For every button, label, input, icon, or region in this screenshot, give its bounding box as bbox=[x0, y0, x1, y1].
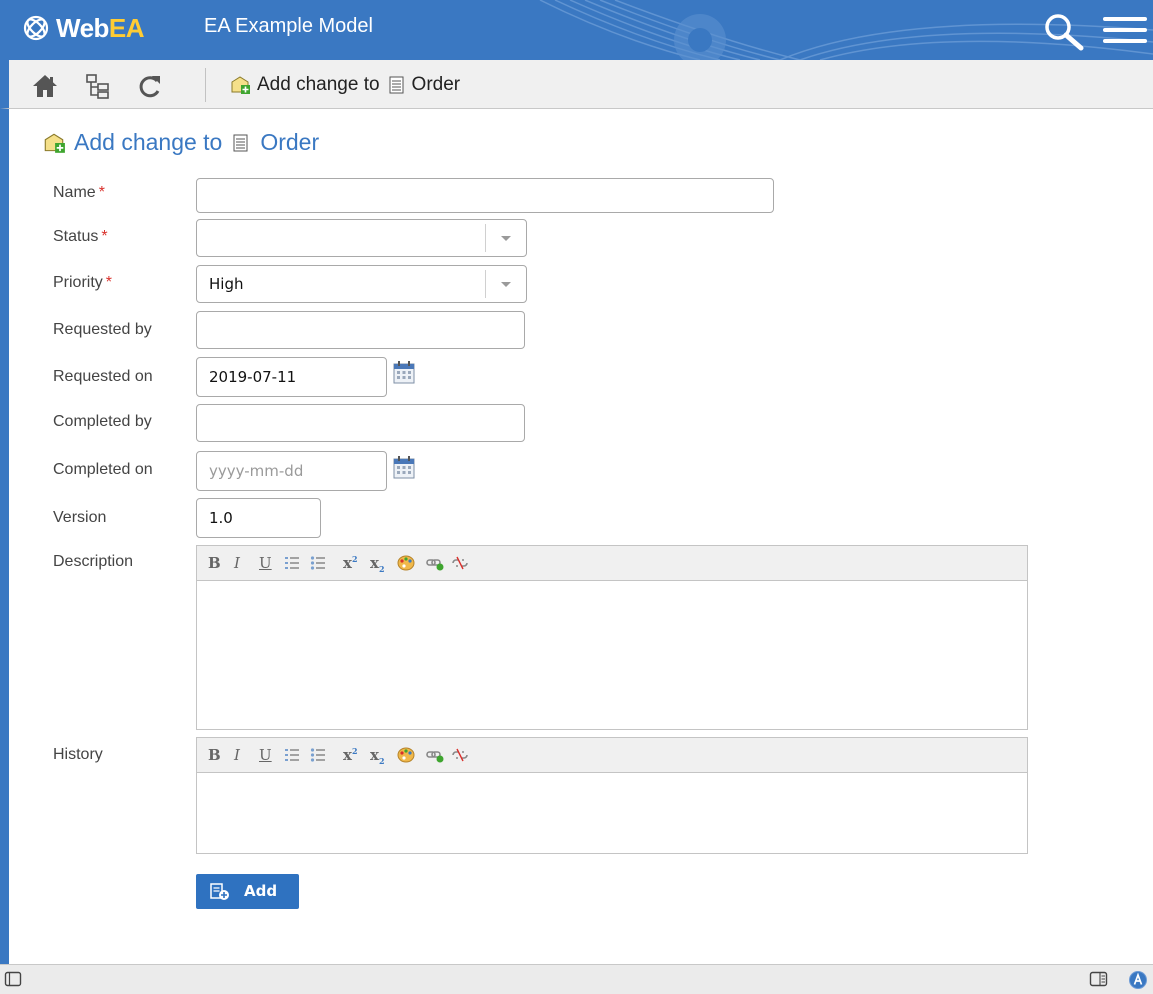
status-label: Status * bbox=[53, 228, 108, 245]
logo-text: WebEA bbox=[56, 12, 145, 44]
add-icon bbox=[210, 883, 229, 900]
breadcrumb: Add change to Order bbox=[229, 74, 460, 96]
app-header: WebEA EA Example Model bbox=[0, 0, 1153, 60]
bold-button[interactable]: B bbox=[208, 746, 221, 764]
color-palette-icon[interactable] bbox=[397, 555, 415, 571]
breadcrumb-action: Add change to bbox=[257, 74, 380, 95]
subscript-button[interactable]: x2 bbox=[370, 554, 385, 574]
logo-suffix: EA bbox=[108, 12, 145, 43]
insert-link-icon[interactable] bbox=[426, 747, 444, 763]
chevron-down-icon[interactable] bbox=[485, 270, 526, 298]
status-bar bbox=[0, 964, 1153, 994]
webea-logo[interactable]: WebEA bbox=[22, 12, 145, 44]
remove-link-icon[interactable] bbox=[451, 747, 469, 763]
version-label: Version bbox=[53, 509, 107, 526]
page-title: Add change to Order bbox=[42, 129, 319, 156]
underline-button[interactable]: U bbox=[259, 554, 272, 572]
bold-button[interactable]: B bbox=[208, 554, 221, 572]
description-label: Description bbox=[53, 553, 134, 570]
italic-button[interactable]: I bbox=[234, 554, 240, 572]
subscript-button[interactable]: x2 bbox=[370, 746, 385, 766]
model-title: EA Example Model bbox=[204, 15, 373, 37]
tree-icon[interactable] bbox=[84, 72, 112, 100]
hamburger-menu-icon[interactable] bbox=[1103, 17, 1147, 47]
add-button[interactable]: Add bbox=[196, 874, 299, 909]
user-account-icon[interactable] bbox=[1128, 970, 1148, 990]
superscript-button[interactable]: x2 bbox=[343, 746, 358, 764]
search-icon[interactable] bbox=[1041, 10, 1085, 54]
bullet-list-icon[interactable] bbox=[310, 555, 326, 571]
breadcrumb-target[interactable]: Order bbox=[412, 74, 461, 96]
priority-label: Priority * bbox=[53, 274, 113, 291]
history-editor-toolbar: B I U x2 x2 bbox=[197, 738, 1027, 773]
class-element-icon bbox=[233, 134, 248, 151]
underline-button[interactable]: U bbox=[259, 746, 272, 764]
toolbar: Add change to Order bbox=[0, 60, 1153, 109]
toolbar-separator bbox=[205, 68, 206, 102]
completed-on-input[interactable] bbox=[196, 451, 387, 491]
requested-on-label: Requested on bbox=[53, 368, 153, 385]
priority-select[interactable]: High bbox=[196, 265, 527, 303]
description-editor: B I U x2 x2 bbox=[196, 545, 1028, 730]
status-select[interactable] bbox=[196, 219, 527, 257]
webea-logo-icon bbox=[23, 15, 49, 41]
page-title-target: Order bbox=[260, 129, 320, 155]
bullet-list-icon[interactable] bbox=[310, 747, 326, 763]
requested-by-input[interactable] bbox=[196, 311, 525, 349]
add-button-label: Add bbox=[244, 882, 278, 900]
description-text-area[interactable] bbox=[197, 581, 1027, 731]
priority-value: High bbox=[209, 275, 244, 293]
version-input[interactable] bbox=[196, 498, 321, 538]
history-editor: B I U x2 x2 bbox=[196, 737, 1028, 854]
history-text-area[interactable] bbox=[197, 773, 1027, 855]
chevron-down-icon[interactable] bbox=[485, 224, 526, 252]
description-editor-toolbar: B I U x2 x2 bbox=[197, 546, 1027, 581]
left-accent-strip bbox=[0, 109, 9, 964]
color-palette-icon[interactable] bbox=[397, 747, 415, 763]
refresh-icon[interactable] bbox=[136, 72, 164, 100]
name-label: Name * bbox=[53, 184, 105, 201]
italic-button[interactable]: I bbox=[234, 746, 240, 764]
panel-toggle-icon[interactable] bbox=[4, 970, 22, 988]
page-title-action: Add change to bbox=[74, 129, 223, 155]
add-change-icon bbox=[231, 76, 250, 94]
requested-on-input[interactable] bbox=[196, 357, 387, 397]
numbered-list-icon[interactable] bbox=[284, 747, 300, 763]
calendar-icon[interactable] bbox=[393, 455, 415, 479]
properties-panel-icon[interactable] bbox=[1089, 970, 1109, 988]
completed-by-label: Completed by bbox=[53, 413, 152, 430]
completed-on-label: Completed on bbox=[53, 461, 153, 478]
logo-prefix: Web bbox=[56, 12, 109, 43]
header-decoration bbox=[539, 0, 1153, 60]
superscript-button[interactable]: x2 bbox=[343, 554, 358, 572]
insert-link-icon[interactable] bbox=[426, 555, 444, 571]
completed-by-input[interactable] bbox=[196, 404, 525, 442]
remove-link-icon[interactable] bbox=[451, 555, 469, 571]
add-change-icon bbox=[44, 133, 65, 153]
numbered-list-icon[interactable] bbox=[284, 555, 300, 571]
requested-by-label: Requested by bbox=[53, 321, 152, 338]
calendar-icon[interactable] bbox=[393, 360, 415, 384]
class-element-icon bbox=[389, 76, 404, 94]
name-input[interactable] bbox=[196, 178, 774, 213]
history-label: History bbox=[53, 746, 103, 763]
home-icon[interactable] bbox=[31, 72, 59, 100]
